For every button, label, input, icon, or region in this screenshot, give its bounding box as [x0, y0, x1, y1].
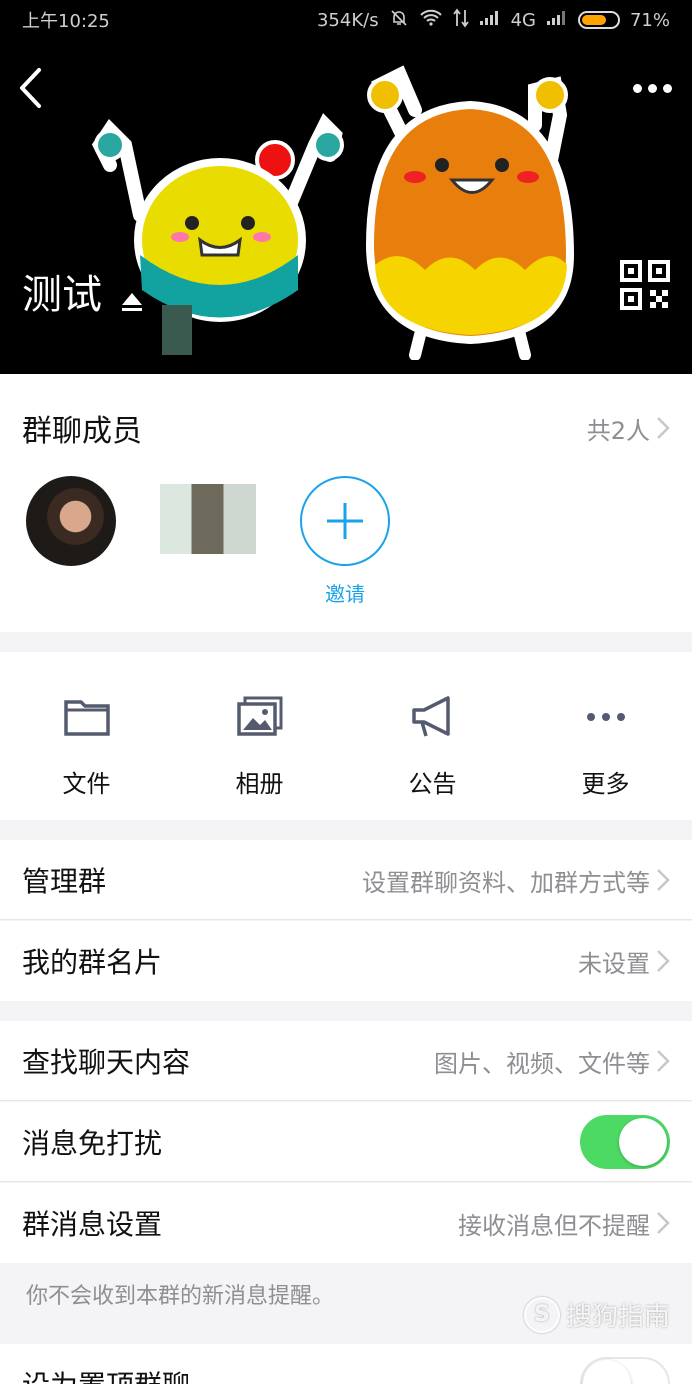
row-title: 查找聊天内容 — [22, 1046, 191, 1079]
album-icon — [236, 696, 282, 736]
qr-code-button[interactable] — [620, 260, 670, 310]
row-title: 消息免打扰 — [22, 1127, 163, 1160]
status-time: 上午10:25 — [22, 11, 110, 32]
group-tools: 文件 相册 公告 更多 — [0, 652, 692, 820]
signal-icon — [546, 10, 568, 30]
battery-icon — [577, 11, 620, 29]
members-row[interactable]: 群聊成员 共2人 — [0, 374, 692, 482]
mute-bell-icon — [389, 8, 409, 33]
edit-icon[interactable] — [118, 277, 146, 311]
folder-icon — [63, 700, 110, 736]
tool-announcement[interactable]: 公告 — [346, 652, 519, 820]
search-chat-row[interactable]: 查找聊天内容 图片、视频、文件等 — [0, 1021, 692, 1101]
pin-chat-toggle[interactable] — [580, 1357, 670, 1384]
signal-icon — [479, 10, 501, 30]
row-value: 设置群聊资料、加群方式等 — [362, 868, 650, 897]
row-value: 未设置 — [578, 949, 650, 978]
row-value: 图片、视频、文件等 — [434, 1049, 650, 1078]
group-name: 测试 — [22, 272, 102, 318]
member-avatars: 邀请 — [0, 474, 692, 614]
tool-files[interactable]: 文件 — [0, 652, 173, 820]
pin-chat-row: 设为置顶群聊 — [0, 1344, 692, 1384]
group-members-section: 群聊成员 共2人 邀请 — [0, 374, 692, 632]
back-icon — [20, 68, 41, 108]
plus-icon — [327, 503, 363, 539]
battery-percent: 71% — [629, 9, 670, 31]
watermark: S 搜狗指南 — [523, 1296, 670, 1333]
chevron-right-icon — [657, 1212, 670, 1234]
do-not-disturb-toggle[interactable] — [580, 1115, 670, 1169]
row-title: 管理群 — [22, 865, 107, 898]
row-title: 我的群名片 — [22, 946, 163, 979]
megaphone-icon — [411, 696, 450, 737]
row-value: 接收消息但不提醒 — [458, 1211, 650, 1240]
battery-fill — [581, 15, 606, 25]
network-speed: 354K/s — [316, 9, 379, 31]
row-title: 设为置顶群聊 — [22, 1364, 190, 1384]
invite-button[interactable] — [300, 476, 390, 566]
invite-label[interactable]: 邀请 — [300, 578, 390, 607]
chevron-right-icon — [657, 417, 670, 439]
manage-group-row[interactable]: 管理群 设置群聊资料、加群方式等 — [0, 840, 692, 920]
group-title: 测试 — [22, 262, 146, 320]
avatar[interactable] — [26, 476, 116, 566]
more-options-button[interactable] — [626, 70, 678, 106]
data-arrows-icon — [452, 8, 469, 33]
group-header-banner: 上午10:25 354K/s 4G 71% 测试 — [0, 0, 692, 374]
watermark-logo: S — [523, 1296, 560, 1333]
qr-code-icon — [620, 260, 670, 310]
group-card-row[interactable]: 我的群名片 未设置 — [0, 921, 692, 1001]
member-count: 共2人 — [586, 416, 650, 445]
watermark-text: 搜狗指南 — [565, 1302, 670, 1332]
chevron-right-icon — [657, 869, 670, 891]
network-type: 4G — [510, 9, 536, 31]
avatar[interactable] — [160, 484, 256, 554]
more-dots-icon — [632, 83, 642, 93]
members-title: 群聊成员 — [22, 414, 142, 449]
tool-label: 更多 — [581, 770, 630, 798]
group-avatar-image — [91, 65, 575, 360]
tool-album[interactable]: 相册 — [173, 652, 346, 820]
more-dots-icon — [586, 713, 625, 721]
tool-label: 相册 — [235, 770, 284, 798]
message-settings-row[interactable]: 群消息设置 接收消息但不提醒 — [0, 1183, 692, 1263]
back-button[interactable] — [10, 62, 50, 114]
row-title: 群消息设置 — [22, 1208, 163, 1241]
wifi-icon — [419, 9, 443, 32]
tool-more[interactable]: 更多 — [519, 652, 692, 820]
do-not-disturb-row: 消息免打扰 — [0, 1102, 692, 1182]
status-bar: 上午10:25 354K/s 4G 71% — [0, 0, 692, 40]
tool-label: 公告 — [408, 770, 457, 798]
chevron-right-icon — [657, 950, 670, 972]
chevron-right-icon — [657, 1050, 670, 1072]
tool-label: 文件 — [62, 770, 111, 798]
